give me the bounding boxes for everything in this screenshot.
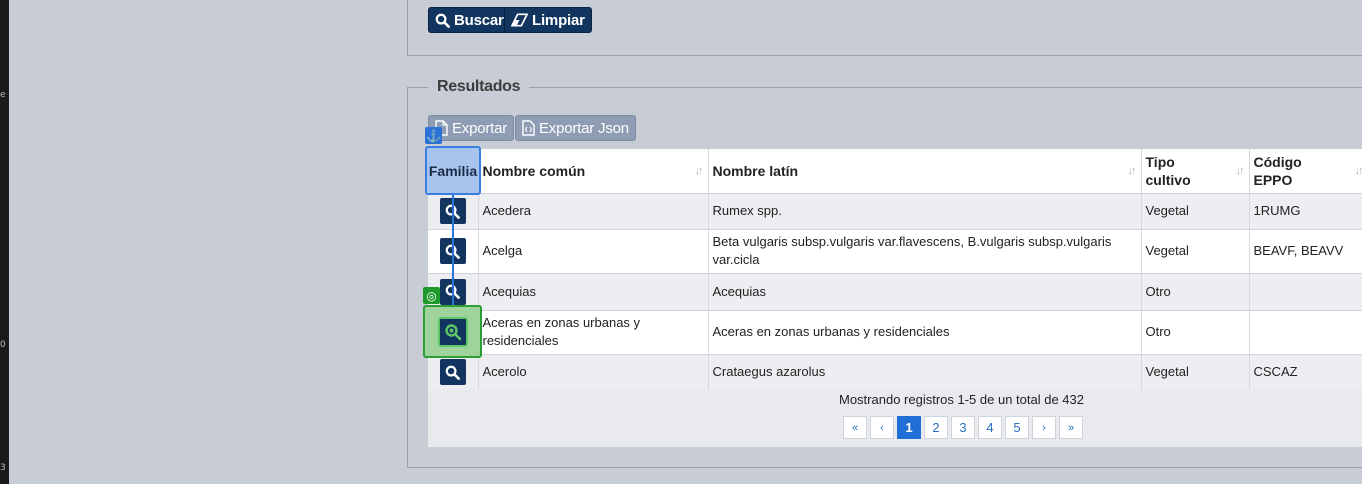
- cell-eppo: [1249, 272, 1362, 310]
- export-json-button[interactable]: Exportar Json: [515, 115, 636, 141]
- cell-eppo: CSCAZ: [1249, 353, 1362, 390]
- export-json-button-label: Exportar Json: [539, 119, 629, 137]
- cell-latin: Beta vulgaris subsp.vulgaris var.flavesc…: [708, 228, 1142, 273]
- last-page-button[interactable]: »: [1059, 416, 1083, 439]
- records-summary: Mostrando registros 1-5 de un total de 4…: [839, 392, 1084, 407]
- code-file-icon: [522, 120, 535, 136]
- edge-char: e: [0, 90, 6, 100]
- cell-common: Acequias: [478, 272, 709, 310]
- cell-eppo: BEAVF, BEAVV: [1249, 228, 1362, 273]
- search-icon: [445, 365, 461, 380]
- col-header-codigo-eppo[interactable]: Código EPPO ↓↑: [1249, 149, 1362, 193]
- cell-common: Aceras en zonas urbanas y residenciales: [478, 309, 709, 354]
- page-button-5[interactable]: 5: [1005, 416, 1029, 439]
- sort-icon: ↓↑: [1127, 164, 1137, 177]
- cell-latin: Aceras en zonas urbanas y residenciales: [708, 309, 1142, 354]
- pagination: « ‹ 1 2 3 4 5 › »: [843, 416, 1086, 439]
- connector-line: [452, 195, 454, 307]
- col-header-label: Tipo cultivo: [1145, 153, 1191, 188]
- cell-eppo: [1249, 309, 1362, 354]
- table-row: Acelga Beta vulgaris subsp.vulgaris var.…: [428, 228, 1362, 273]
- search-button[interactable]: Buscar: [428, 7, 511, 33]
- cell-latin: Acequias: [708, 272, 1142, 310]
- export-button-label: Exportar: [452, 119, 508, 137]
- sort-icon: ↓↑: [694, 164, 704, 177]
- col-header-tipo-cultivo[interactable]: Tipo cultivo ↓↑: [1141, 149, 1250, 193]
- view-button[interactable]: [437, 316, 468, 347]
- sort-icon: ↓↑: [1235, 164, 1245, 177]
- prev-page-button[interactable]: ‹: [870, 416, 894, 439]
- table-row: Acedera Rumex spp. Vegetal 1RUMG: [428, 192, 1362, 229]
- search-button-label: Buscar: [454, 11, 504, 29]
- edge-char: 0: [0, 340, 6, 350]
- page-button-1[interactable]: 1: [897, 416, 921, 439]
- cell-type: Otro: [1141, 309, 1250, 354]
- page-button-4[interactable]: 4: [978, 416, 1002, 439]
- table-row: Acequias Acequias Otro: [428, 272, 1362, 310]
- edge-char: 3: [0, 463, 6, 473]
- cell-eppo: 1RUMG: [1249, 192, 1362, 229]
- results-table: Nombre común ↓↑ Nombre latín ↓↑ Tipo culti…: [428, 149, 1362, 390]
- next-page-button[interactable]: ›: [1032, 416, 1056, 439]
- col-header-label: Nombre común: [482, 162, 586, 179]
- page-button-2[interactable]: 2: [924, 416, 948, 439]
- sort-icon: ↓↑: [1354, 164, 1362, 177]
- search-icon: [444, 323, 461, 340]
- cell-latin: Rumex spp.: [708, 192, 1142, 229]
- col-header-familia-highlight[interactable]: Familia: [425, 146, 481, 195]
- table-row: Aceras en zonas urbanas y residenciales …: [428, 309, 1362, 354]
- cell-type: Otro: [1141, 272, 1250, 310]
- left-panel-edge: e 0 3: [0, 0, 9, 484]
- page-button-3[interactable]: 3: [951, 416, 975, 439]
- cell-latin: Crataegus azarolus: [708, 353, 1142, 390]
- target-highlight: [423, 305, 482, 358]
- view-button[interactable]: [439, 359, 466, 386]
- cell-common: Acelga: [478, 228, 709, 273]
- col-header-nombre-latin[interactable]: Nombre latín ↓↑: [708, 149, 1142, 193]
- col-header-label: Código EPPO: [1253, 153, 1302, 188]
- cell-common: Acerolo: [478, 353, 709, 390]
- anchor-icon: ⚓: [425, 127, 442, 144]
- eraser-icon: [511, 13, 528, 27]
- target-icon: ◎: [423, 287, 440, 304]
- cell-type: Vegetal: [1141, 353, 1250, 390]
- clear-button[interactable]: Limpiar: [504, 7, 592, 33]
- cell-type: Vegetal: [1141, 228, 1250, 273]
- table-row: Acerolo Crataegus azarolus Vegetal CSCAZ: [428, 353, 1362, 390]
- col-header-nombre-comun[interactable]: Nombre común ↓↑: [478, 149, 709, 193]
- results-legend: Resultados: [428, 78, 530, 96]
- search-icon: [435, 13, 450, 28]
- clear-button-label: Limpiar: [532, 11, 585, 29]
- first-page-button[interactable]: «: [843, 416, 867, 439]
- cell-type: Vegetal: [1141, 192, 1250, 229]
- cell-common: Acedera: [478, 192, 709, 229]
- col-header-label: Nombre latín: [712, 162, 799, 179]
